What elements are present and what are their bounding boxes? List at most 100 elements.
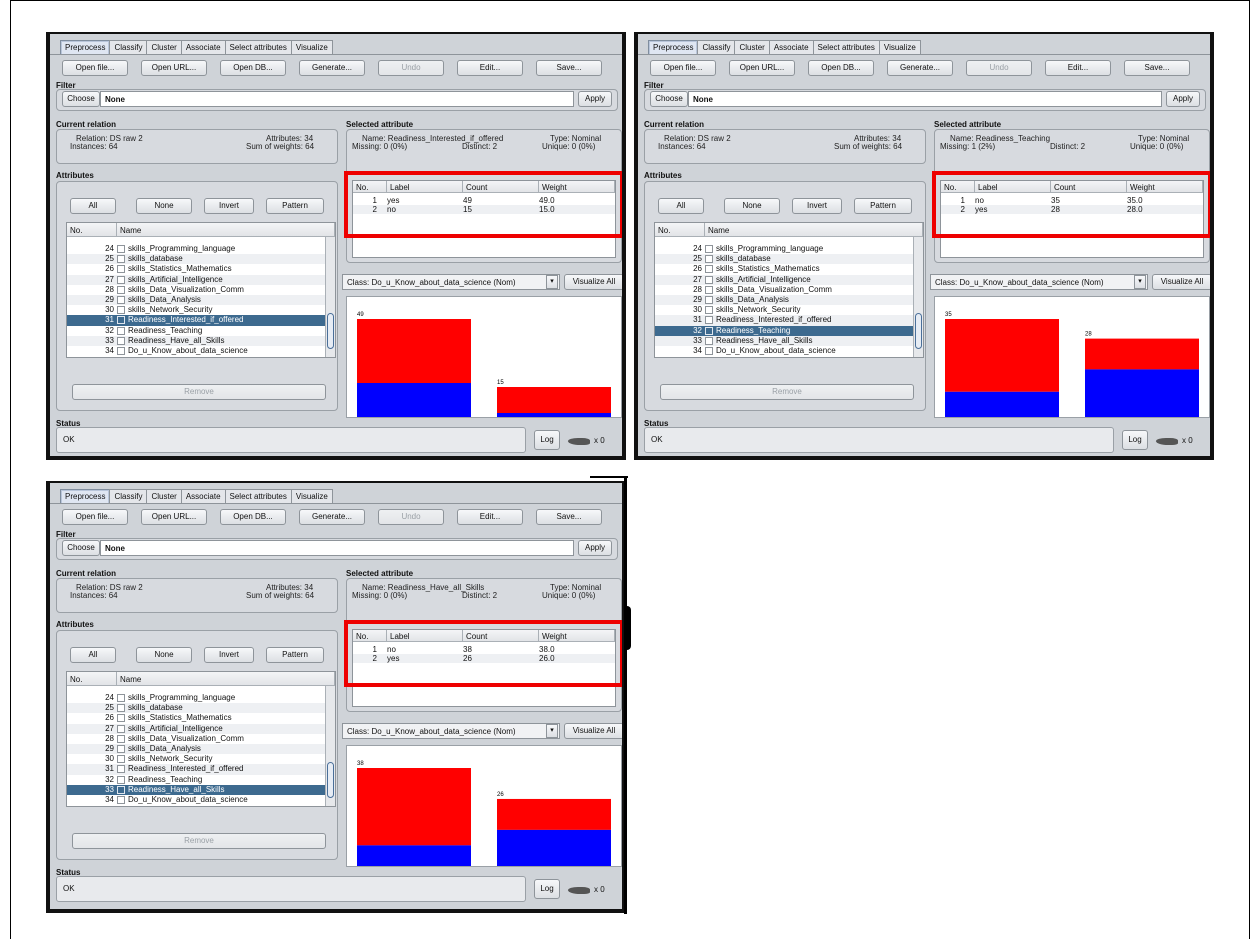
choose-button[interactable]: Choose (62, 91, 100, 107)
apply-button[interactable]: Apply (578, 540, 612, 556)
generate-button[interactable]: Generate... (299, 60, 365, 76)
log-button[interactable]: Log (534, 430, 560, 450)
tab-preprocess[interactable]: Preprocess (60, 489, 111, 504)
column-no[interactable]: No. (67, 672, 117, 685)
table-row[interactable]: 25 skills_database (655, 254, 923, 265)
edit-button[interactable]: Edit... (457, 509, 523, 525)
invert-button[interactable]: Invert (792, 198, 842, 214)
class-select[interactable]: Class: Do_u_Know_about_data_science (Nom… (342, 274, 560, 290)
table-row[interactable]: 29 skills_Data_Analysis (655, 294, 923, 306)
table-row[interactable]: 27 skills_Artificial_Intelligence (67, 723, 335, 734)
table-row[interactable]: 29 skills_Data_Analysis (67, 294, 335, 306)
row-checkbox[interactable] (705, 336, 713, 345)
open-db-button[interactable]: Open DB... (220, 509, 286, 525)
row-checkbox[interactable] (117, 306, 125, 315)
row-checkbox[interactable] (117, 765, 125, 774)
table-row[interactable]: 29 skills_Data_Analysis (67, 743, 335, 755)
tab-cluster[interactable]: Cluster (734, 40, 770, 55)
table-row[interactable]: 31 Readiness_Interested_if_offered (67, 764, 335, 775)
all-button[interactable]: All (70, 647, 116, 663)
table-row[interactable]: 30 skills_Network_Security (67, 754, 335, 764)
row-checkbox[interactable] (117, 245, 125, 253)
table-row[interactable]: 28 skills_Data_Visualization_Comm (655, 285, 923, 295)
open-url-button[interactable]: Open URL... (729, 60, 795, 76)
save-button[interactable]: Save... (536, 60, 602, 76)
pattern-button[interactable]: Pattern (266, 647, 324, 663)
attributes-scrollbar[interactable] (913, 237, 923, 357)
table-row[interactable]: 33 Readiness_Have_all_Skills (67, 784, 335, 795)
remove-button[interactable]: Remove (72, 833, 326, 849)
table-row[interactable]: 30 skills_Network_Security (67, 305, 335, 315)
row-checkbox[interactable] (117, 724, 125, 733)
column-no[interactable]: No. (67, 223, 117, 236)
column-name[interactable]: Name (117, 672, 335, 685)
row-checkbox[interactable] (705, 346, 713, 355)
remove-button[interactable]: Remove (660, 384, 914, 400)
chevron-down-icon[interactable]: ▾ (546, 724, 558, 738)
apply-button[interactable]: Apply (1166, 91, 1200, 107)
table-row[interactable]: 26 skills_Statistics_Mathematics (67, 264, 335, 274)
open-url-button[interactable]: Open URL... (141, 60, 207, 76)
row-checkbox[interactable] (117, 734, 125, 743)
table-row[interactable]: 26 skills_Statistics_Mathematics (67, 713, 335, 723)
column-name[interactable]: Name (117, 223, 335, 236)
filter-field[interactable]: None (100, 540, 574, 556)
log-button[interactable]: Log (534, 879, 560, 899)
tab-select-attributes[interactable]: Select attributes (224, 489, 292, 504)
generate-button[interactable]: Generate... (299, 509, 365, 525)
table-row[interactable]: 32 Readiness_Teaching (67, 775, 335, 785)
tab-preprocess[interactable]: Preprocess (648, 40, 699, 55)
tab-classify[interactable]: Classify (697, 40, 736, 55)
open-file-button[interactable]: Open file... (62, 509, 128, 525)
all-button[interactable]: All (70, 198, 116, 214)
row-checkbox[interactable] (705, 326, 713, 335)
row-checkbox[interactable] (117, 704, 125, 713)
tab-associate[interactable]: Associate (180, 489, 226, 504)
table-row[interactable]: 30 skills_Network_Security (655, 305, 923, 315)
table-row[interactable]: 28 skills_Data_Visualization_Comm (67, 285, 335, 295)
row-checkbox[interactable] (117, 265, 125, 274)
tab-associate[interactable]: Associate (180, 40, 226, 55)
row-checkbox[interactable] (705, 275, 713, 284)
edit-button[interactable]: Edit... (1045, 60, 1111, 76)
table-row[interactable]: 24 skills_Programming_language (655, 244, 923, 254)
row-checkbox[interactable] (117, 285, 125, 294)
tab-select-attributes[interactable]: Select attributes (224, 40, 292, 55)
visualize-all-button[interactable]: Visualize All (1152, 274, 1210, 290)
table-row[interactable]: 33 Readiness_Have_all_Skills (67, 335, 335, 346)
row-checkbox[interactable] (117, 744, 125, 753)
row-checkbox[interactable] (117, 346, 125, 355)
tab-classify[interactable]: Classify (109, 40, 148, 55)
class-select[interactable]: Class: Do_u_Know_about_data_science (Nom… (930, 274, 1148, 290)
tab-visualize[interactable]: Visualize (878, 40, 921, 55)
open-url-button[interactable]: Open URL... (141, 509, 207, 525)
table-row[interactable]: 26 skills_Statistics_Mathematics (655, 264, 923, 274)
generate-button[interactable]: Generate... (887, 60, 953, 76)
table-row[interactable]: 24 skills_Programming_language (67, 693, 335, 703)
visualize-all-button[interactable]: Visualize All (564, 274, 622, 290)
table-row[interactable]: 27 skills_Artificial_Intelligence (67, 274, 335, 285)
row-checkbox[interactable] (117, 714, 125, 723)
row-checkbox[interactable] (705, 265, 713, 274)
invert-button[interactable]: Invert (204, 647, 254, 663)
row-checkbox[interactable] (705, 295, 713, 304)
row-checkbox[interactable] (117, 295, 125, 304)
tab-associate[interactable]: Associate (768, 40, 814, 55)
class-select[interactable]: Class: Do_u_Know_about_data_science (Nom… (342, 723, 560, 739)
row-checkbox[interactable] (117, 255, 125, 264)
visualize-all-button[interactable]: Visualize All (564, 723, 622, 739)
table-row[interactable]: 24 skills_Programming_language (67, 244, 335, 254)
table-row[interactable]: 25 skills_database (67, 254, 335, 265)
row-checkbox[interactable] (117, 336, 125, 345)
filter-field[interactable]: None (100, 91, 574, 107)
open-file-button[interactable]: Open file... (650, 60, 716, 76)
tab-cluster[interactable]: Cluster (146, 489, 182, 504)
open-db-button[interactable]: Open DB... (808, 60, 874, 76)
table-row[interactable]: 34 Do_u_Know_about_data_science (67, 795, 335, 805)
all-button[interactable]: All (658, 198, 704, 214)
undo-button[interactable]: Undo (378, 60, 444, 76)
scroll-thumb[interactable] (915, 313, 922, 349)
row-checkbox[interactable] (117, 775, 125, 784)
table-row[interactable]: 32 Readiness_Teaching (655, 325, 923, 336)
none-button[interactable]: None (724, 198, 780, 214)
